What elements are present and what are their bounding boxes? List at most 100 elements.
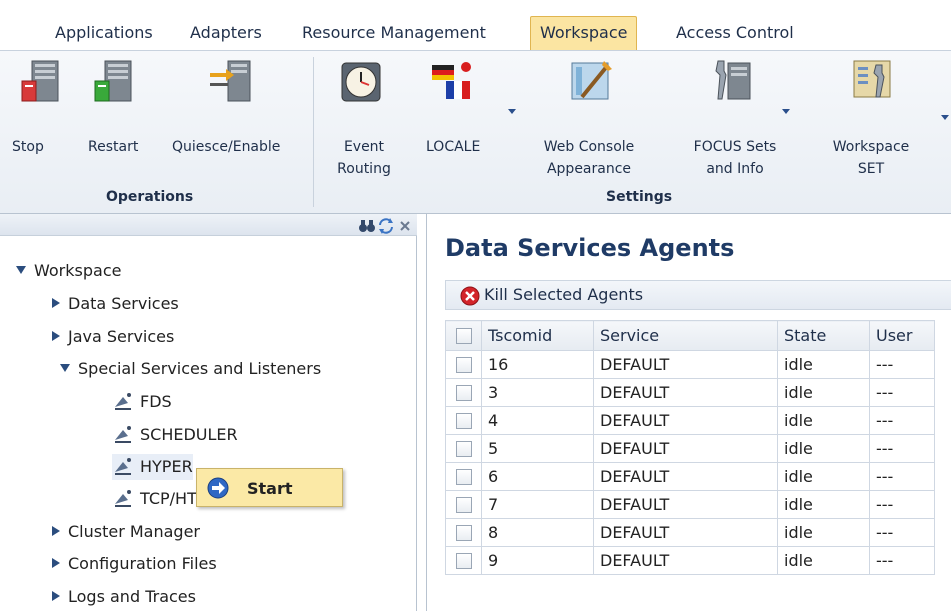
tree-node-logs-and-traces[interactable]: Logs and Traces [52, 584, 196, 610]
service-cell: DEFAULT [593, 490, 778, 519]
restart-label: Restart [88, 139, 139, 155]
restart-button[interactable]: Restart [86, 51, 152, 186]
row-checkbox[interactable] [455, 469, 472, 485]
column-header-service[interactable]: Service [593, 320, 778, 351]
table-row[interactable]: 3 DEFAULT idle --- [445, 378, 935, 407]
tree-node-data-services[interactable]: Data Services [52, 291, 179, 317]
row-checkbox[interactable] [455, 525, 472, 541]
main-content-panel: Data Services Agents Kill Selected Agent… [426, 214, 951, 611]
satellite-dish-icon [115, 490, 131, 507]
collapsed-arrow-icon[interactable] [52, 558, 60, 568]
tscomid-cell: 16 [481, 350, 594, 379]
tscomid-cell: 3 [481, 378, 594, 407]
kill-selected-agents-button[interactable]: Kill Selected Agents [445, 280, 951, 310]
row-select-cell [445, 406, 482, 435]
table-row[interactable]: 16 DEFAULT idle --- [445, 350, 935, 379]
row-checkbox[interactable] [455, 357, 472, 373]
stop-button[interactable]: Stop [10, 51, 59, 186]
stop-label: Stop [12, 139, 44, 155]
column-header-tscomid[interactable]: Tscomid [481, 320, 594, 351]
kill-x-icon [460, 286, 480, 306]
select-all-header [445, 320, 482, 351]
table-row[interactable]: 7 DEFAULT idle --- [445, 490, 935, 519]
tab-access-control[interactable]: Access Control [667, 16, 803, 50]
expanded-arrow-icon[interactable] [60, 364, 70, 372]
row-checkbox[interactable] [455, 553, 472, 569]
user-cell: --- [869, 434, 935, 463]
tree-node-fds[interactable]: FDS [112, 389, 172, 415]
locale-dropdown-icon[interactable] [508, 109, 516, 114]
row-select-cell [445, 462, 482, 491]
quiesce-enable-label: Quiesce/Enable [172, 139, 281, 155]
tree-panel-header [0, 214, 417, 236]
tab-adapters[interactable]: Adapters [181, 16, 271, 50]
tab-resource-management[interactable]: Resource Management [293, 16, 495, 50]
tree-node-label: Java Services [68, 327, 175, 346]
service-cell: DEFAULT [593, 518, 778, 547]
tree-node-label: Workspace [34, 261, 122, 280]
navigation-tree-panel: Workspace Data Services Java Services Sp… [0, 214, 417, 611]
tab-applications[interactable]: Applications [46, 16, 162, 50]
collapsed-arrow-icon[interactable] [52, 331, 60, 341]
tree-node-configuration-files[interactable]: Configuration Files [52, 551, 217, 577]
workspace-set-button[interactable]: Workspace SET [826, 51, 916, 186]
focus-sets-dropdown-icon[interactable] [782, 109, 790, 114]
quiesce-enable-button[interactable]: Quiesce/Enable [170, 51, 300, 186]
main-tab-bar: Applications Adapters Resource Managemen… [0, 0, 951, 53]
collapsed-arrow-icon[interactable] [52, 591, 60, 601]
server-stop-icon [21, 60, 59, 102]
tree-node-java-services[interactable]: Java Services [52, 324, 174, 350]
ribbon-overflow-dropdown-icon[interactable] [941, 115, 949, 120]
state-cell: idle [777, 434, 870, 463]
collapsed-arrow-icon[interactable] [52, 298, 60, 308]
expanded-arrow-icon[interactable] [16, 266, 26, 274]
collapsed-arrow-icon[interactable] [52, 526, 60, 536]
service-cell: DEFAULT [593, 378, 778, 407]
row-checkbox[interactable] [455, 413, 472, 429]
row-select-cell [445, 518, 482, 547]
column-header-state[interactable]: State [777, 320, 870, 351]
row-checkbox[interactable] [455, 497, 472, 513]
tree-node-label: Configuration Files [68, 554, 217, 573]
tree-node-workspace[interactable]: Workspace [16, 258, 121, 284]
table-row[interactable]: 5 DEFAULT idle --- [445, 434, 935, 463]
tab-workspace[interactable]: Workspace [530, 16, 638, 50]
tree-node-special-services[interactable]: Special Services and Listeners [60, 356, 321, 382]
kill-selected-agents-label: Kill Selected Agents [484, 285, 644, 304]
tscomid-cell: 5 [481, 434, 594, 463]
close-icon[interactable] [396, 217, 414, 235]
context-menu-start-item[interactable]: Start [197, 469, 342, 506]
event-routing-button[interactable]: Event Routing [326, 51, 402, 186]
locale-button[interactable]: LOCALE [418, 51, 516, 186]
tree-node-hyper[interactable]: HYPER [112, 454, 193, 480]
row-checkbox[interactable] [455, 441, 472, 457]
tree-node-cluster-manager[interactable]: Cluster Manager [52, 519, 200, 545]
service-cell: DEFAULT [593, 350, 778, 379]
satellite-dish-icon [115, 393, 131, 410]
server-restart-icon [94, 60, 132, 102]
tree-node-label: Data Services [68, 294, 179, 313]
tree-node-scheduler[interactable]: SCHEDULER [112, 422, 238, 448]
table-row[interactable]: 4 DEFAULT idle --- [445, 406, 935, 435]
state-cell: idle [777, 490, 870, 519]
event-routing-label-line2: Routing [337, 161, 391, 177]
table-row[interactable]: 9 DEFAULT idle --- [445, 546, 935, 575]
clock-icon [341, 62, 381, 102]
focus-sets-info-button[interactable]: FOCUS Sets and Info [680, 51, 790, 186]
table-row[interactable]: 8 DEFAULT idle --- [445, 518, 935, 547]
find-binoculars-icon[interactable] [358, 217, 376, 235]
row-checkbox[interactable] [455, 385, 472, 401]
state-cell: idle [777, 350, 870, 379]
service-cell: DEFAULT [593, 546, 778, 575]
select-all-checkbox[interactable] [455, 328, 472, 344]
table-header-row: Tscomid Service State User [445, 320, 935, 351]
service-cell: DEFAULT [593, 462, 778, 491]
refresh-icon[interactable] [377, 217, 395, 235]
table-row[interactable]: 6 DEFAULT idle --- [445, 462, 935, 491]
context-menu: Start [196, 468, 343, 507]
column-header-user[interactable]: User [869, 320, 935, 351]
state-cell: idle [777, 462, 870, 491]
user-cell: --- [869, 546, 935, 575]
web-console-appearance-button[interactable]: Web Console Appearance [534, 51, 644, 186]
tree-node-label: SCHEDULER [140, 425, 238, 444]
